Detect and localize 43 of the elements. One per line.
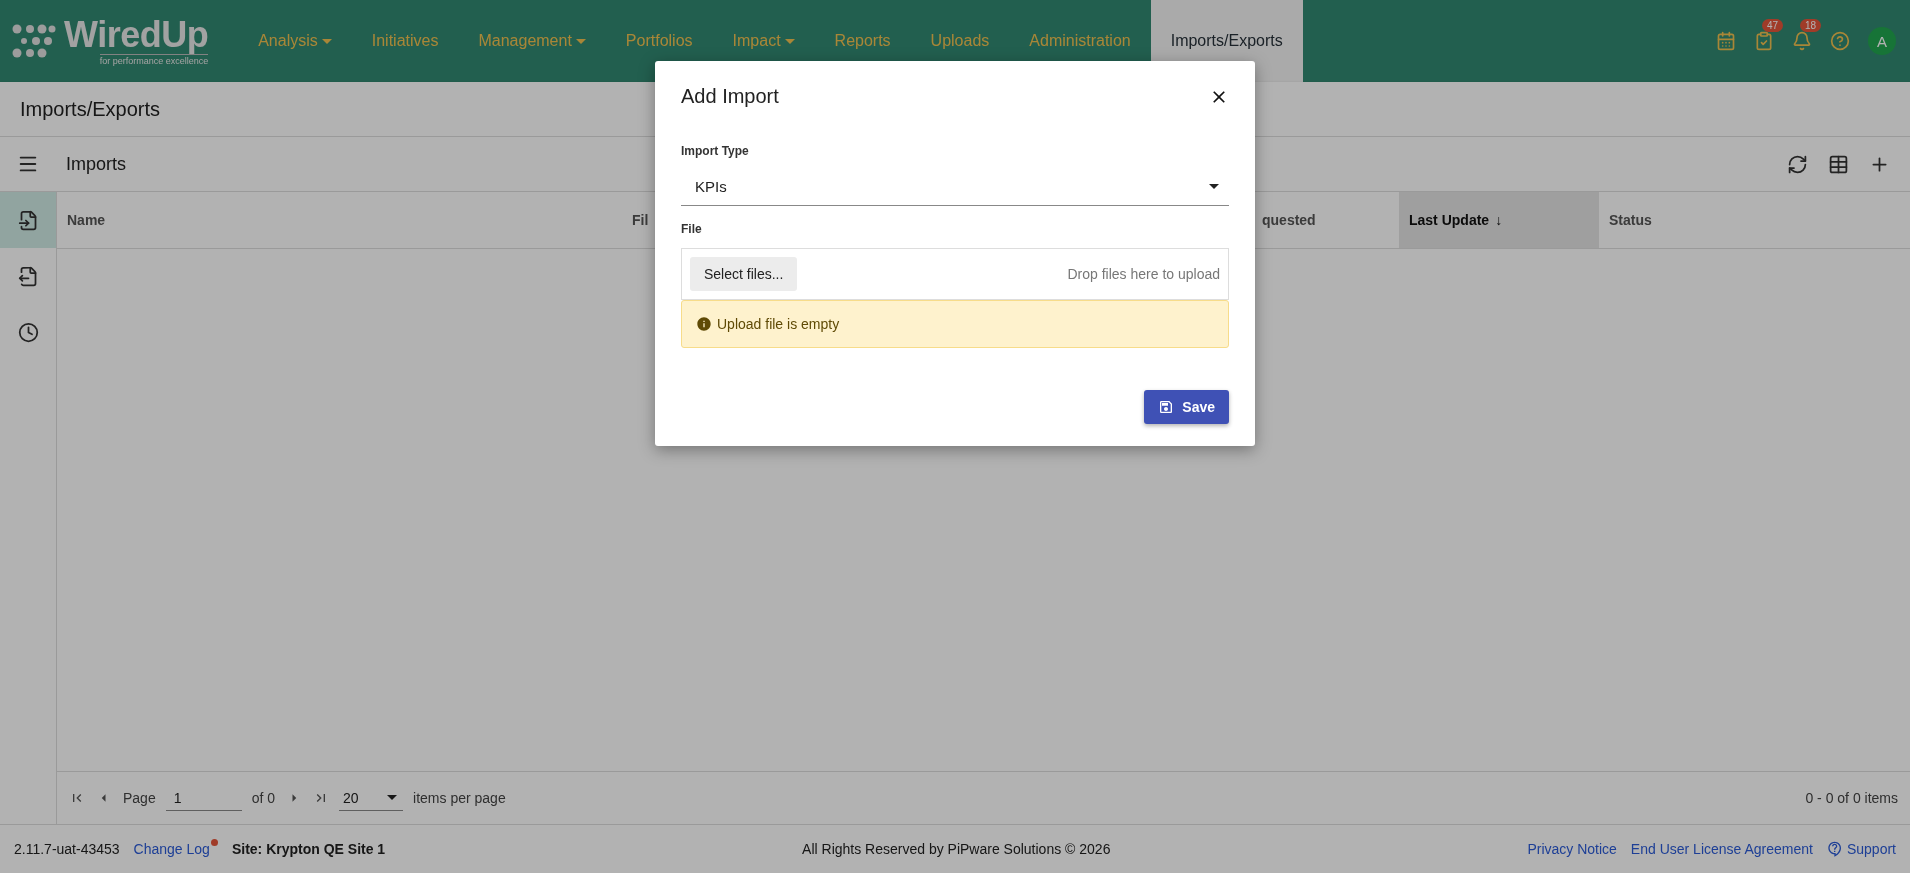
- column-header[interactable]: Last Update ↓: [1399, 192, 1599, 248]
- version-text: 2.11.7-uat-43453: [14, 841, 120, 857]
- page-size-label: items per page: [413, 790, 506, 806]
- sidebar-item[interactable]: [0, 192, 56, 248]
- count-badge: 47: [1762, 19, 1784, 32]
- user-avatar[interactable]: A: [1868, 27, 1896, 55]
- items-summary: 0 - 0 of 0 items: [1805, 790, 1898, 806]
- section-title: Imports: [65, 153, 126, 175]
- refresh-icon[interactable]: [1787, 153, 1808, 175]
- dialog-title: Add Import: [681, 85, 779, 108]
- copyright-text: All Rights Reserved by PiPware Solutions © 2026: [802, 841, 1111, 857]
- logo-tagline: for performance excellence: [99, 54, 209, 66]
- site-name: Site: Krypton QE Site 1: [231, 841, 386, 857]
- field-label: File: [681, 222, 703, 236]
- footer-link[interactable]: Privacy Notice: [1527, 841, 1617, 857]
- drop-hint: Drop files here to upload: [1067, 266, 1220, 282]
- page-size-select[interactable]: 20: [339, 785, 404, 811]
- footer-link[interactable]: End User License Agreement: [1630, 841, 1813, 857]
- clipboard-check-icon[interactable]: [1754, 31, 1774, 51]
- caret-icon: [1209, 184, 1219, 189]
- page-input[interactable]: 1: [165, 785, 242, 811]
- save-button[interactable]: Save: [1144, 390, 1229, 424]
- caret-icon: [387, 795, 398, 800]
- file-drop-zone[interactable]: Select files... Drop files here to upload: [681, 248, 1229, 300]
- file-import-icon: [17, 209, 39, 231]
- logo-dots-icon: [12, 23, 56, 59]
- column-header[interactable]: Name: [57, 192, 622, 248]
- footer-link[interactable]: Support: [1826, 841, 1896, 857]
- save-icon: [1158, 399, 1175, 415]
- warning-text: Upload file is empty: [717, 316, 840, 332]
- info-icon: [696, 316, 712, 332]
- page-label: Page: [123, 790, 156, 806]
- field-label: Import Type: [681, 144, 750, 158]
- table-icon[interactable]: [1828, 153, 1849, 175]
- select-files-button[interactable]: Select files...: [690, 257, 798, 291]
- file-export-icon: [17, 265, 39, 287]
- import-type-select[interactable]: KPIs: [681, 168, 1229, 206]
- column-header[interactable]: Status: [1599, 192, 1910, 248]
- clock-icon: [17, 321, 39, 343]
- page-count: of 0: [251, 790, 276, 806]
- logo-name: WiredUp: [64, 16, 209, 54]
- change-log-link[interactable]: Change Log: [133, 841, 210, 857]
- count-badge: 18: [1800, 19, 1822, 32]
